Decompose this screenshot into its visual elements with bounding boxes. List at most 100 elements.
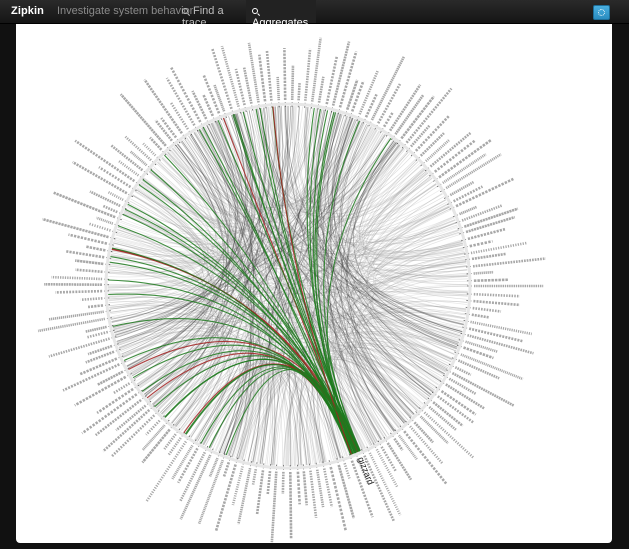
service-label-glyphs bbox=[74, 139, 136, 183]
search-icon bbox=[252, 8, 258, 14]
tab-aggregates[interactable]: Aggregates bbox=[246, 0, 316, 29]
service-label-glyphs bbox=[472, 306, 502, 313]
service-label-glyphs bbox=[281, 471, 285, 495]
service-label-glyphs bbox=[304, 48, 312, 101]
service-label-glyphs bbox=[80, 297, 103, 302]
service-label-glyphs bbox=[265, 50, 273, 101]
service-label-glyphs bbox=[382, 111, 394, 128]
service-label-glyphs bbox=[403, 430, 448, 485]
service-label-glyphs bbox=[453, 185, 484, 203]
service-label-glyphs bbox=[317, 76, 325, 103]
service-label-glyphs bbox=[473, 299, 520, 307]
service-label-glyphs bbox=[438, 139, 492, 179]
service-label-glyphs bbox=[237, 467, 252, 525]
service-label-glyphs bbox=[393, 437, 404, 451]
service-label-glyphs bbox=[53, 191, 116, 219]
service-label-glyphs bbox=[42, 217, 109, 239]
service-label-glyphs bbox=[74, 259, 104, 266]
dependency-links bbox=[107, 105, 469, 467]
service-label-glyphs bbox=[454, 366, 472, 377]
service-label-glyphs bbox=[429, 132, 472, 168]
service-label-glyphs bbox=[124, 135, 152, 162]
service-label-glyphs bbox=[270, 471, 278, 543]
service-label-glyphs bbox=[89, 190, 121, 208]
service-label-glyphs bbox=[87, 344, 113, 356]
service-label-glyphs bbox=[315, 469, 325, 508]
service-label-glyphs bbox=[213, 84, 226, 112]
service-label-glyphs bbox=[473, 278, 509, 282]
service-label-glyphs bbox=[276, 76, 281, 101]
service-label-glyphs bbox=[331, 41, 351, 106]
service-label-glyphs bbox=[107, 191, 124, 202]
service-label-glyphs bbox=[98, 166, 132, 189]
settings-button[interactable] bbox=[593, 5, 610, 20]
service-label-glyphs bbox=[472, 257, 546, 268]
service-label-glyphs bbox=[345, 79, 359, 111]
service-label-glyphs bbox=[51, 275, 103, 281]
service-label-glyphs bbox=[310, 37, 322, 102]
service-label-glyphs bbox=[84, 325, 107, 333]
service-label-glyphs bbox=[297, 83, 301, 101]
service-label-glyphs bbox=[290, 65, 295, 101]
service-label-glyphs bbox=[55, 289, 103, 294]
service-label-glyphs bbox=[214, 464, 237, 531]
brand-tagline: Investigate system behavior bbox=[57, 5, 194, 17]
service-label-glyphs bbox=[143, 78, 183, 135]
service-label-glyphs bbox=[302, 471, 309, 506]
service-label-glyphs bbox=[87, 330, 109, 339]
service-label-glyphs bbox=[469, 239, 493, 248]
service-label-glyphs bbox=[75, 268, 103, 274]
service-label-glyphs bbox=[211, 48, 233, 110]
service-label-glyphs bbox=[242, 67, 253, 104]
dependency-chord-diagram: gizzard bbox=[37, 37, 546, 543]
service-label-glyphs bbox=[461, 204, 503, 222]
service-label-glyphs bbox=[451, 371, 515, 407]
service-label-glyphs bbox=[473, 270, 494, 275]
service-label-glyphs bbox=[87, 222, 111, 232]
service-label-glyphs bbox=[471, 313, 489, 319]
service-label-glyphs bbox=[95, 216, 114, 225]
service-label-glyphs bbox=[251, 468, 258, 485]
service-label-glyphs bbox=[329, 466, 348, 532]
service-label-glyphs bbox=[266, 470, 272, 496]
service-label-glyphs bbox=[163, 433, 177, 450]
service-label-glyphs bbox=[473, 292, 520, 298]
service-label-glyphs bbox=[358, 70, 379, 115]
service-label-glyphs bbox=[257, 54, 267, 102]
service-label-glyphs bbox=[386, 442, 413, 481]
service-label-glyphs bbox=[283, 47, 287, 101]
service-label-glyphs bbox=[448, 377, 477, 396]
service-label-glyphs bbox=[48, 310, 104, 321]
service-label-glyphs bbox=[202, 73, 221, 114]
service-label-glyphs bbox=[455, 177, 514, 208]
service-label-glyphs bbox=[220, 45, 240, 108]
search-icon bbox=[182, 8, 188, 14]
service-label-glyphs bbox=[142, 142, 157, 157]
service-label-glyphs bbox=[110, 414, 156, 458]
service-label-glyphs bbox=[296, 471, 301, 505]
service-label-glyphs bbox=[457, 359, 500, 380]
service-label-glyphs bbox=[48, 337, 110, 358]
service-label-glyphs bbox=[169, 101, 189, 130]
service-label-glyphs bbox=[471, 252, 507, 261]
service-label-glyphs bbox=[370, 55, 406, 121]
service-label-glyphs bbox=[81, 393, 138, 435]
tab-find-a-trace[interactable]: Find a trace bbox=[176, 0, 244, 29]
service-label-glyphs bbox=[102, 409, 151, 453]
aggregates-panel: gizzard bbox=[16, 24, 612, 543]
service-label-glyphs bbox=[85, 245, 106, 252]
service-label-glyphs bbox=[222, 461, 231, 478]
gear-icon bbox=[598, 9, 605, 16]
service-label-glyphs bbox=[458, 205, 477, 216]
service-label-glyphs bbox=[338, 51, 358, 108]
service-label-glyphs bbox=[419, 132, 445, 157]
brand-logo[interactable]: Zipkin bbox=[11, 5, 44, 17]
service-label-glyphs bbox=[179, 454, 212, 520]
service-label-glyphs bbox=[87, 304, 104, 309]
service-label-glyphs bbox=[425, 139, 451, 163]
service-label-glyphs bbox=[112, 382, 131, 395]
service-label-glyphs bbox=[343, 462, 351, 479]
service-label-glyphs bbox=[66, 250, 105, 259]
top-navbar: Zipkin Investigate system behavior Find … bbox=[0, 0, 629, 29]
service-label-glyphs bbox=[413, 421, 434, 444]
